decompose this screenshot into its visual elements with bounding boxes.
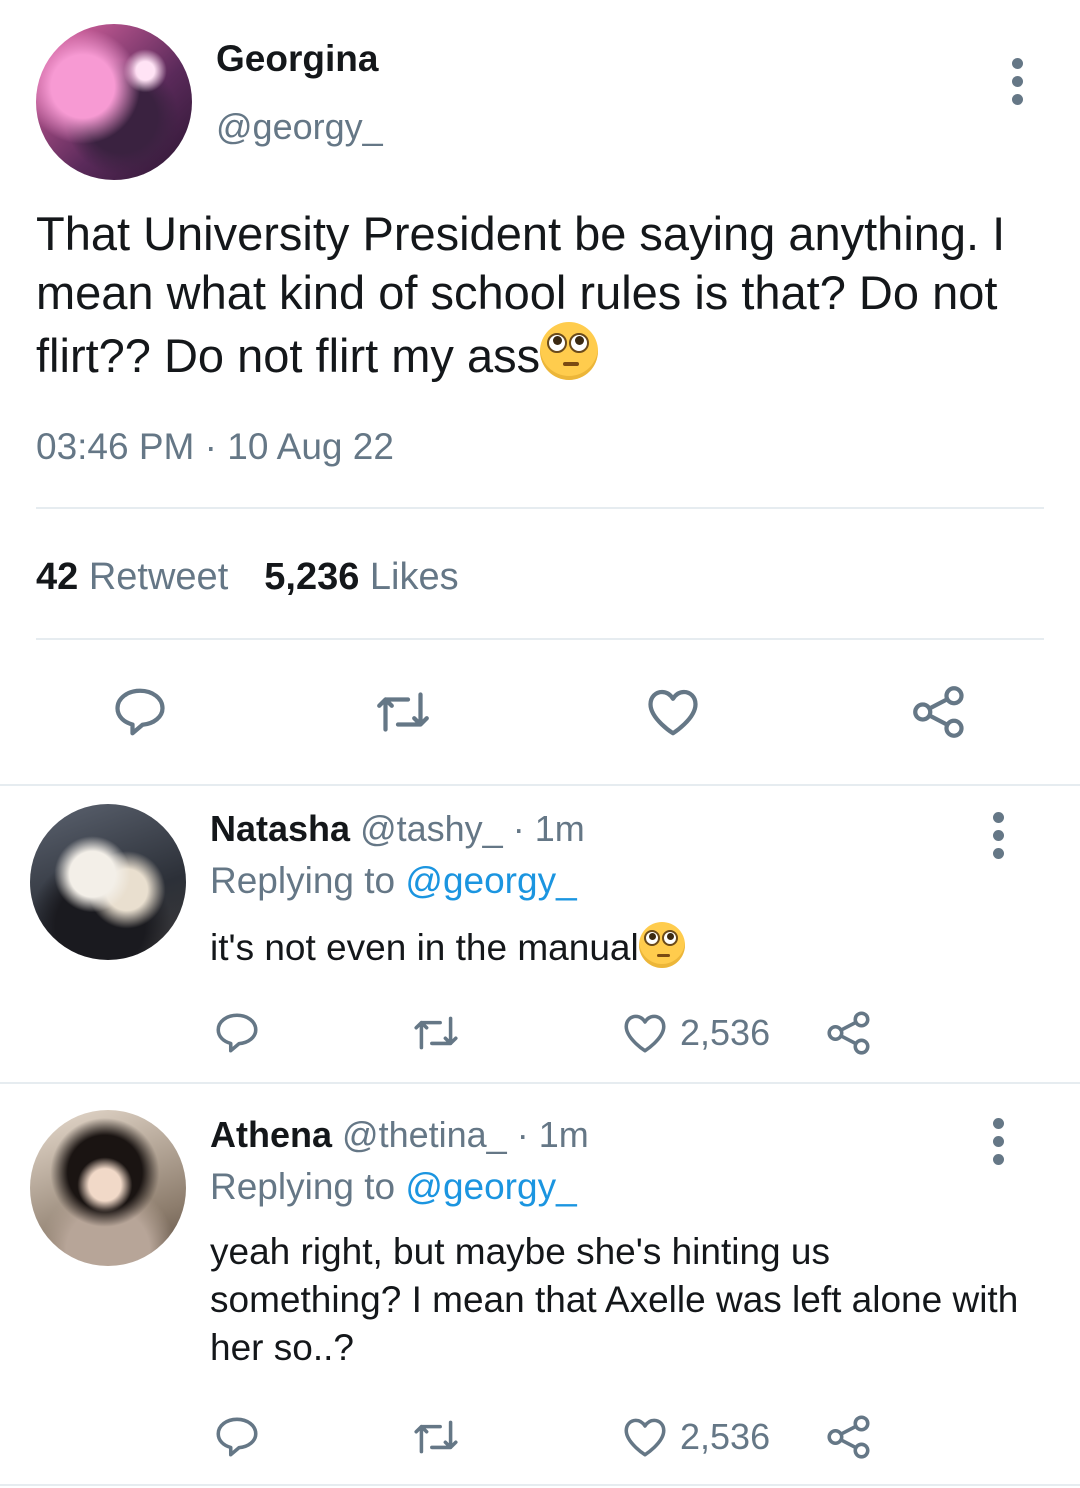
- reply-text-content: it's not even in the manual: [210, 927, 639, 968]
- reply-author-handle[interactable]: @thetina_: [342, 1114, 507, 1155]
- reply-text: yeah right, but maybe she's hinting us s…: [210, 1231, 1019, 1368]
- reply-icon[interactable]: [212, 1008, 262, 1058]
- reply-time: · 1m: [512, 808, 585, 849]
- reply-action-bar: [408, 1008, 464, 1058]
- replying-to: Replying to @georgy_: [210, 1166, 577, 1208]
- reply-text: it's not even in the manual: [210, 922, 1030, 972]
- rolling-eyes-emoji-icon: [638, 922, 685, 968]
- reply-icon[interactable]: [212, 1412, 262, 1462]
- divider: [36, 507, 1044, 509]
- main-action-bar: [908, 682, 970, 742]
- rolling-eyes-emoji-icon: [540, 322, 599, 380]
- more-icon[interactable]: [992, 1118, 1004, 1165]
- retweet-icon[interactable]: [408, 1008, 464, 1058]
- like-icon[interactable]: [620, 1412, 670, 1462]
- replying-to: Replying to @georgy_: [210, 860, 577, 902]
- reply-author-line: Natasha @tashy_ · 1m: [210, 808, 585, 850]
- share-icon[interactable]: [824, 1412, 874, 1462]
- avatar[interactable]: [30, 1110, 186, 1266]
- reply-author-line: Athena @thetina_ · 1m: [210, 1114, 589, 1156]
- tweet-text-content: That University President be saying anyt…: [36, 207, 1006, 382]
- tweet-stats: 42 Retweet 5,236 Likes: [36, 556, 459, 599]
- likes-label[interactable]: Likes: [370, 556, 459, 598]
- author-handle[interactable]: @georgy_: [216, 106, 383, 148]
- reply-icon[interactable]: [110, 682, 170, 742]
- replying-to-handle[interactable]: @georgy_: [405, 860, 576, 901]
- avatar[interactable]: [36, 24, 192, 180]
- like-count: 2,536: [680, 1416, 771, 1457]
- main-action-bar: [370, 682, 436, 742]
- reply-action-bar: [824, 1412, 874, 1462]
- replying-to-handle[interactable]: @georgy_: [405, 1166, 576, 1207]
- avatar[interactable]: [30, 804, 186, 960]
- share-icon[interactable]: [824, 1008, 874, 1058]
- main-action-bar: [642, 682, 704, 742]
- divider: [0, 1082, 1080, 1084]
- share-icon[interactable]: [908, 682, 970, 742]
- reply-action-bar: 2,536: [620, 1008, 770, 1058]
- divider: [36, 638, 1044, 640]
- reply-action-bar: [408, 1412, 464, 1462]
- reply-author-name[interactable]: Natasha: [210, 808, 350, 849]
- reply-author-name[interactable]: Athena: [210, 1114, 332, 1155]
- retweet-label[interactable]: Retweet: [89, 556, 228, 598]
- divider: [0, 1484, 1080, 1486]
- divider: [0, 784, 1080, 786]
- reply-action-bar: [212, 1412, 262, 1462]
- reply-action-bar: 2,536: [620, 1412, 770, 1462]
- author-name[interactable]: Georgina: [216, 38, 378, 80]
- retweet-icon[interactable]: [408, 1412, 464, 1462]
- like-icon[interactable]: [620, 1008, 670, 1058]
- reply-action-bar: [212, 1008, 262, 1058]
- reply-time: · 1m: [516, 1114, 589, 1155]
- reply-action-bar: [824, 1008, 874, 1058]
- retweet-icon[interactable]: [370, 682, 436, 742]
- like-count: 2,536: [680, 1012, 771, 1053]
- likes-count[interactable]: 5,236: [264, 556, 359, 598]
- more-icon[interactable]: [992, 812, 1004, 859]
- reply-author-handle[interactable]: @tashy_: [360, 808, 503, 849]
- like-icon[interactable]: [642, 682, 704, 742]
- more-icon[interactable]: [1011, 58, 1023, 105]
- replying-to-label: Replying to: [210, 860, 396, 901]
- replying-to-label: Replying to: [210, 1166, 396, 1207]
- tweet-text: That University President be saying anyt…: [36, 204, 1036, 385]
- main-tweet-header: Georgina @georgy_: [36, 24, 1046, 184]
- tweet-timestamp: 03:46 PM · 10 Aug 22: [36, 426, 394, 467]
- retweet-count[interactable]: 42: [36, 556, 78, 598]
- main-action-bar: [110, 682, 170, 742]
